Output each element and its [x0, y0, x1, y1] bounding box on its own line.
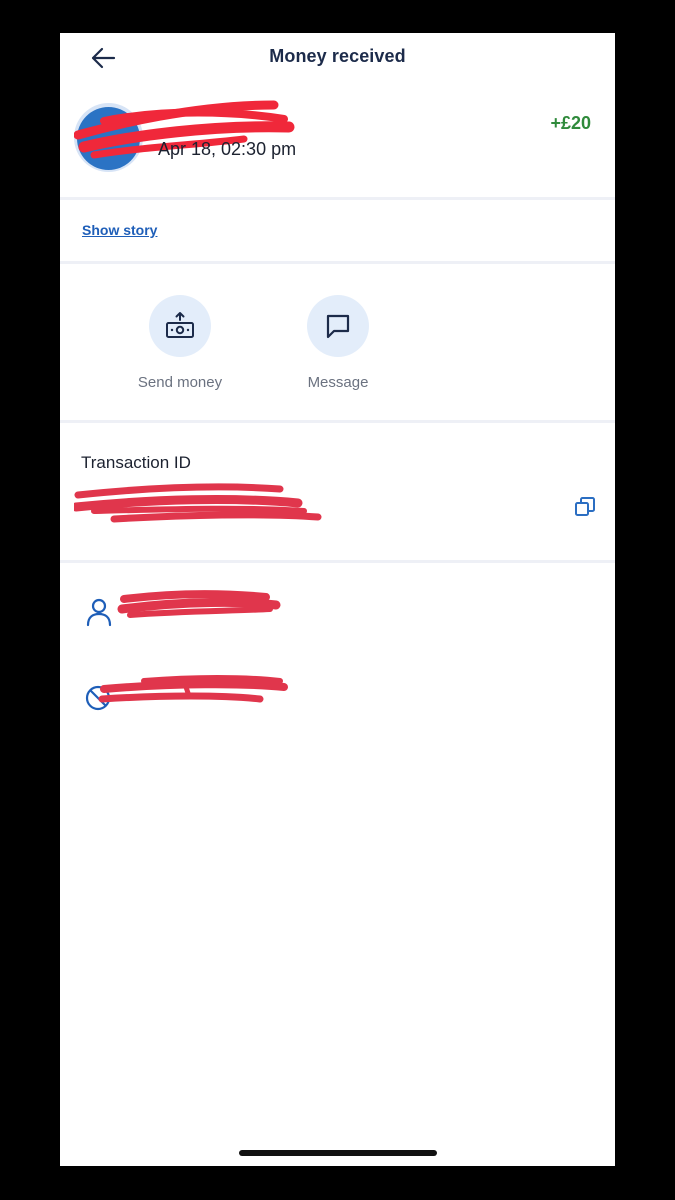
transaction-id-redaction: [74, 483, 322, 523]
copy-icon: [575, 497, 595, 516]
message-icon: [326, 314, 350, 339]
page-title: Money received: [269, 46, 406, 66]
copy-button[interactable]: [573, 495, 597, 519]
send-money-label: Send money: [137, 374, 223, 391]
divider: [60, 197, 615, 200]
transaction-amount: +£20: [550, 113, 591, 133]
message-label: Message: [307, 374, 369, 391]
block-row[interactable]: [84, 675, 384, 715]
send-money-button[interactable]: Send money: [110, 295, 250, 391]
block-label-redaction: [98, 675, 288, 703]
divider: [60, 420, 615, 423]
transaction-date: Apr 18, 02:30 pm: [158, 139, 297, 159]
send-money-icon: [166, 312, 194, 338]
show-story-link[interactable]: Show story: [82, 222, 157, 238]
contact-name-redaction: [117, 590, 281, 618]
divider: [60, 261, 615, 264]
home-indicator[interactable]: [239, 1150, 437, 1156]
transaction-id-label: Transaction ID: [81, 453, 191, 472]
contact-row[interactable]: [84, 589, 384, 629]
message-icon-circle: [307, 295, 369, 357]
send-money-icon-circle: [149, 295, 211, 357]
screen: Money received Apr 18, 02:30 pm +£20 Sho…: [60, 33, 615, 1166]
divider: [60, 560, 615, 563]
message-button[interactable]: Message: [268, 295, 408, 391]
